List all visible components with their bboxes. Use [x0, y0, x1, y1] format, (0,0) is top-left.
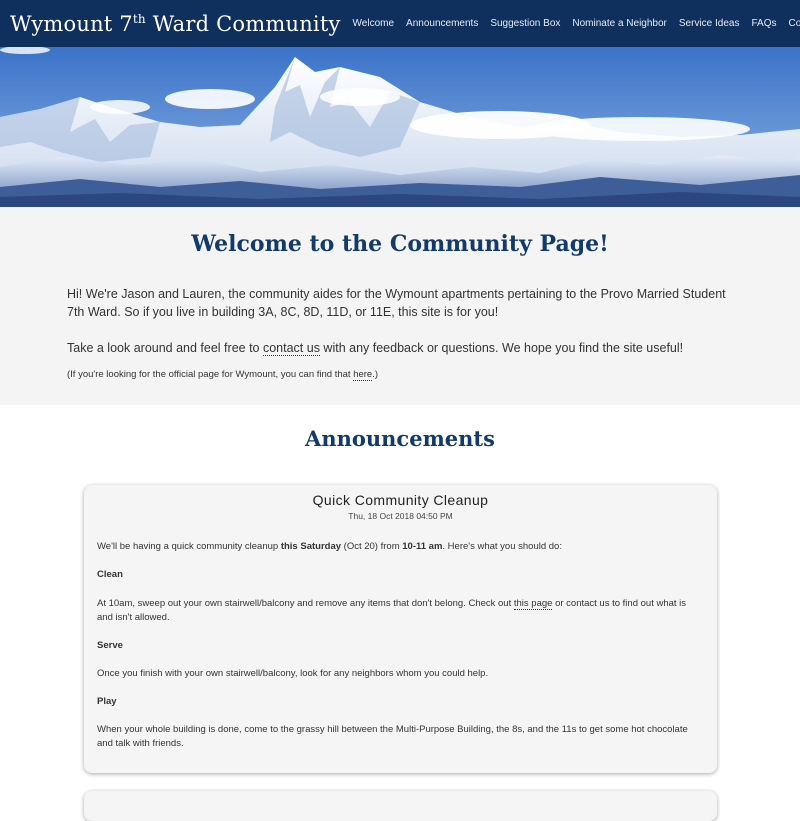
welcome-feedback: Take a look around and feel free to cont… [67, 339, 747, 357]
nav-welcome[interactable]: Welcome [353, 18, 395, 29]
nav-service-ideas[interactable]: Service Ideas [679, 18, 740, 29]
hero-mountain-image [0, 47, 800, 207]
announcement-title: Quick Community Cleanup [84, 492, 717, 508]
serve-text: Once you finish with your own stairwell/… [97, 667, 702, 681]
play-heading: Play [97, 695, 702, 709]
announcement-card: Quick Community Cleanup Thu, 18 Oct 2018… [84, 485, 717, 773]
official-page-link[interactable]: here [353, 369, 372, 381]
nav-announcements[interactable]: Announcements [406, 18, 478, 29]
clean-heading: Clean [97, 568, 702, 582]
nav-nominate-a-neighbor[interactable]: Nominate a Neighbor [572, 18, 667, 29]
official-page-note: (If you're looking for the official page… [67, 368, 747, 382]
site-title[interactable]: Wymount 7th Ward Community [10, 12, 341, 36]
site-header: Wymount 7th Ward Community Welcome Annou… [0, 0, 800, 47]
nav-contact-us[interactable]: Contact Us [789, 18, 800, 29]
play-text: When your whole building is done, come t… [97, 723, 702, 751]
contact-us-link[interactable]: contact us [263, 341, 320, 356]
welcome-section: Welcome to the Community Page! Hi! We're… [0, 207, 800, 405]
nav-faqs[interactable]: FAQs [751, 18, 776, 29]
nav-suggestion-box[interactable]: Suggestion Box [490, 18, 560, 29]
announcement-date: Thu, 18 Oct 2018 04:50 PM [84, 511, 717, 521]
welcome-intro: Hi! We're Jason and Lauren, the communit… [67, 285, 727, 321]
announcement-card-next [84, 791, 717, 821]
announcement-intro: We'll be having a quick community cleanu… [97, 540, 702, 554]
announcements-heading: Announcements [0, 426, 800, 451]
clean-text: At 10am, sweep out your own stairwell/ba… [97, 597, 702, 625]
main-nav: Welcome Announcements Suggestion Box Nom… [341, 18, 800, 29]
welcome-heading: Welcome to the Community Page! [0, 231, 800, 257]
serve-heading: Serve [97, 639, 702, 653]
this-page-link[interactable]: this page [514, 598, 553, 610]
